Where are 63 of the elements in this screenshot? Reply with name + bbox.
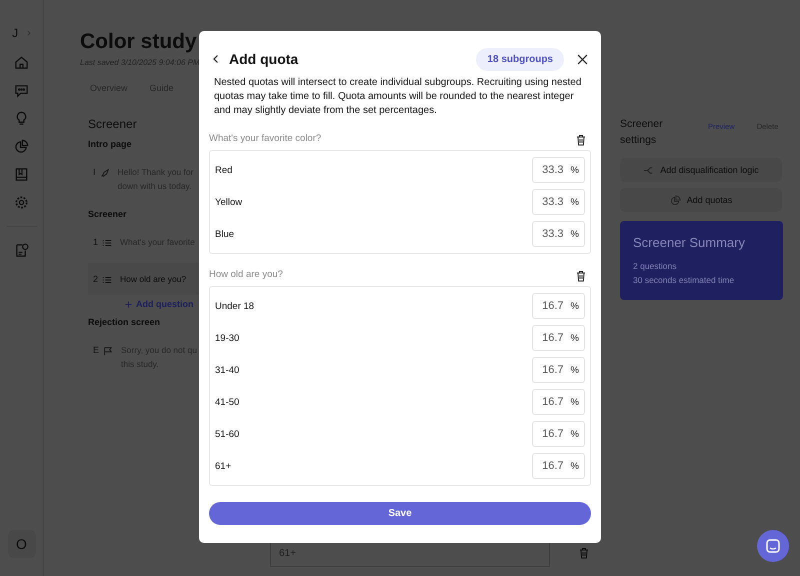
dialog-title: Add quota bbox=[229, 51, 300, 67]
item-index: 1 bbox=[92, 236, 100, 247]
list-icon bbox=[102, 238, 112, 248]
percentage-field[interactable]: 33.3 % bbox=[532, 221, 585, 247]
add-quotas-button[interactable]: Add quotas bbox=[620, 188, 782, 212]
chat-icon[interactable] bbox=[14, 83, 29, 98]
summary-title: Screener Summary bbox=[633, 235, 746, 250]
chat-button[interactable] bbox=[757, 530, 789, 562]
add-logic-button[interactable]: Add disqualification logic bbox=[620, 158, 782, 182]
subsection-heading: Intro page bbox=[88, 139, 133, 149]
question-label: What's your favorite color? bbox=[209, 133, 322, 144]
option-label: 19-30 bbox=[215, 332, 240, 344]
option-label: Yellow bbox=[215, 196, 242, 208]
pie-chart-icon[interactable] bbox=[14, 139, 29, 154]
percentage-field[interactable]: 33.3 % bbox=[532, 189, 585, 215]
plus-icon bbox=[125, 300, 132, 308]
user-initial[interactable]: J bbox=[12, 26, 18, 40]
document-icon[interactable] bbox=[14, 243, 29, 258]
settings-title: Screener settings bbox=[620, 117, 664, 148]
percentage-field[interactable]: 16.7 % bbox=[532, 421, 585, 447]
option-label: 31-40 bbox=[215, 364, 240, 376]
section-heading: Screener bbox=[88, 117, 138, 131]
percentage-field[interactable]: 16.7 % bbox=[532, 325, 585, 351]
percentage-field[interactable]: 33.3 % bbox=[532, 157, 585, 183]
item-text: How old are you? bbox=[120, 273, 186, 286]
question-label: How old are you? bbox=[209, 269, 283, 280]
percentage-field[interactable]: 16.7 % bbox=[532, 293, 585, 319]
expand-chevron[interactable]: › bbox=[27, 27, 31, 39]
save-button[interactable]: Save bbox=[209, 502, 591, 525]
option-label: Red bbox=[215, 164, 232, 176]
summary-text: 30 seconds estimated time bbox=[633, 274, 736, 287]
subsection-heading: Rejection screen bbox=[88, 317, 162, 327]
subgroups-badge: 18 subgroups bbox=[476, 48, 564, 70]
option-label: 51-60 bbox=[215, 428, 240, 440]
study-title: Color study bbox=[80, 30, 198, 54]
percentage-field[interactable]: 16.7 % bbox=[532, 357, 585, 383]
option-label: Under 18 bbox=[215, 300, 254, 312]
branch-icon bbox=[643, 164, 654, 176]
trash-icon[interactable] bbox=[575, 134, 587, 146]
settings-icon[interactable] bbox=[14, 195, 29, 210]
item-index: I bbox=[92, 166, 97, 177]
screener-item[interactable]: 2 How old are you? bbox=[88, 263, 200, 295]
user-avatar[interactable]: O bbox=[8, 530, 36, 558]
pie-chart-icon bbox=[670, 194, 681, 206]
percentage-field[interactable]: 16.7 % bbox=[532, 389, 585, 415]
option-label: 41-50 bbox=[215, 396, 240, 408]
percentage-field[interactable]: 16.7 % bbox=[532, 453, 585, 479]
chat-icon bbox=[765, 538, 781, 554]
summary-text: 2 questions bbox=[633, 260, 678, 273]
flag-icon bbox=[103, 346, 114, 356]
dialog-description: Nested quotas will intersect to create individual subgroups. Recruiting using nested quotas may take time to fill. Quota amounts will be rounded to the nearest integer and may slightly deviate from the set percentages. bbox=[214, 76, 582, 118]
list-icon bbox=[102, 275, 112, 285]
book-icon[interactable] bbox=[14, 167, 29, 182]
option-label: Blue bbox=[215, 228, 234, 240]
close-icon[interactable] bbox=[577, 54, 588, 64]
option-label: 61+ bbox=[215, 460, 232, 472]
lightbulb-icon[interactable] bbox=[14, 111, 29, 126]
home-icon[interactable] bbox=[14, 55, 29, 70]
trash-icon[interactable] bbox=[575, 270, 587, 282]
item-index: 2 bbox=[92, 273, 100, 284]
item-index: E bbox=[92, 344, 100, 355]
subsection-heading: Screener bbox=[88, 209, 128, 219]
back-icon[interactable] bbox=[211, 54, 221, 64]
